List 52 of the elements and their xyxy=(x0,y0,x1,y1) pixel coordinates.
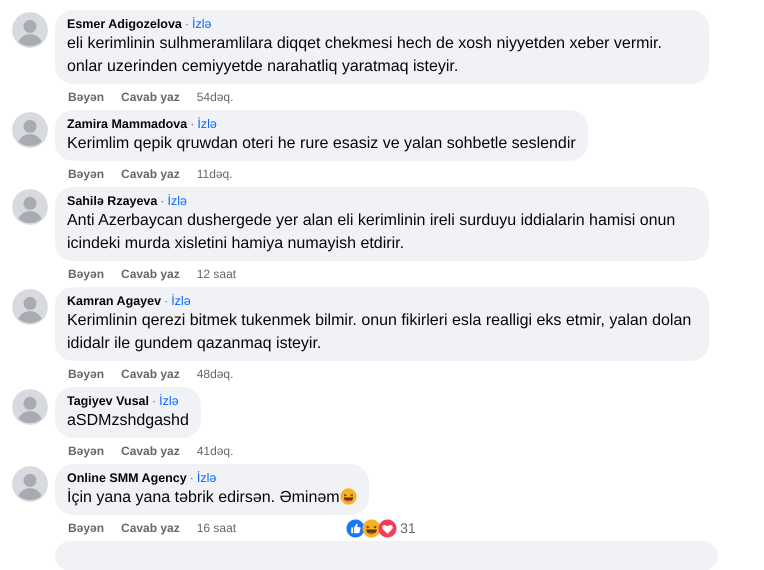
action-link[interactable]: Cavab yaz xyxy=(121,444,180,458)
action-link[interactable]: Cavab yaz xyxy=(121,367,180,381)
author-name[interactable]: Zamira Mammadova xyxy=(67,116,188,132)
action-link[interactable]: Cavab yaz xyxy=(121,267,180,281)
action-link[interactable]: Bəyən xyxy=(68,90,104,104)
timestamp[interactable]: 12 saat xyxy=(196,267,236,281)
action-link[interactable]: Cavab yaz xyxy=(121,521,180,535)
action-link[interactable]: Bəyən xyxy=(68,267,104,281)
avatar-icon xyxy=(12,12,48,48)
follow-link[interactable]: İzlə xyxy=(197,116,217,132)
action-link[interactable]: Bəyən xyxy=(68,444,104,458)
author-name[interactable]: Online SMM Agency xyxy=(67,470,187,486)
author-name[interactable]: Sahilə Rzayeva xyxy=(67,193,158,209)
comment-text: Anti Azerbaycan dushergede yer alan eli kerimlinin ireli surduyu iddialarin hamisi onun icindeki murda xisletini hamiya numayish etdirir. xyxy=(67,211,676,254)
separator-dot: · xyxy=(160,193,165,209)
action-link[interactable]: Cavab yaz xyxy=(121,90,180,104)
follow-link[interactable]: İzlə xyxy=(159,393,179,409)
separator-dot: · xyxy=(190,116,194,132)
separator-dot: · xyxy=(190,470,194,486)
avatar-icon xyxy=(12,389,48,425)
avatar-icon xyxy=(12,189,48,225)
timestamp[interactable]: 54dəq. xyxy=(196,90,234,104)
action-link[interactable]: Bəyən xyxy=(68,367,104,381)
timestamp[interactable]: 16 saat xyxy=(196,521,236,535)
timestamp[interactable]: 11dəq. xyxy=(196,167,233,181)
comment-text: Kerimlinin qerezi bitmek tukenmek bilmir. onun fikirleri esla realligi eks etmir, yalan dolan ididalr ile gundem qazanmaq isteyir. xyxy=(67,311,692,354)
action-link[interactable]: Cavab yaz xyxy=(121,167,180,181)
comment-text: İçin yana yana təbrik edirsən. Əminəm xyxy=(67,486,357,509)
separator-dot: · xyxy=(164,293,168,309)
like-icon xyxy=(346,518,366,538)
author-name[interactable]: Esmer Adigozelova xyxy=(67,16,182,32)
timestamp[interactable]: 48dəq. xyxy=(196,367,234,381)
avatar-icon xyxy=(12,289,48,325)
laughing-emoji-icon xyxy=(340,488,357,505)
comment-text: aSDMzshdgashd xyxy=(67,411,189,431)
timestamp[interactable]: 41dəq. xyxy=(196,444,234,458)
author-name[interactable]: Tagiyev Vusal xyxy=(67,393,149,409)
reaction-count[interactable]: 31 xyxy=(400,520,416,536)
follow-link[interactable]: İzlə xyxy=(168,193,187,209)
avatar-icon xyxy=(12,466,48,502)
comment-text: Kerimlim qepik qruwdan oteri he rure esasiz ve yalan sohbetle seslendir xyxy=(67,134,576,154)
action-link[interactable]: Bəyən xyxy=(68,521,104,535)
follow-link[interactable]: İzlə xyxy=(196,470,216,486)
comment-text: eli kerimlinin sulhmeramlilara diqqet chekmesi hech de xosh niyyetden xeber vermir. onlar uzerinden cemiyyetde narahatliq yaratmaq isteyir. xyxy=(67,34,663,77)
laughing-emoji-icon xyxy=(362,518,382,538)
follow-link[interactable]: İzlə xyxy=(192,16,212,32)
author-name[interactable]: Kamran Agayev xyxy=(67,293,162,309)
separator-dot: · xyxy=(184,16,190,32)
action-link[interactable]: Bəyən xyxy=(68,167,104,181)
separator-dot: · xyxy=(152,393,156,409)
avatar-icon xyxy=(12,112,48,148)
follow-link[interactable]: İzlə xyxy=(171,293,191,309)
